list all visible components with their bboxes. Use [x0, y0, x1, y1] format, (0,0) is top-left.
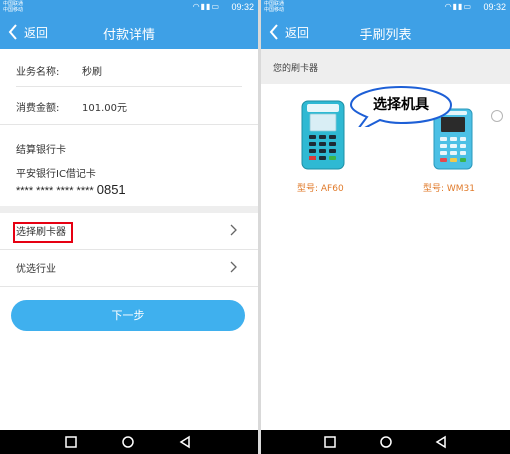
signal-icon: ▮▮ — [452, 2, 464, 11]
status-icons: ◠▮▮▭ — [193, 2, 220, 11]
detail-key: 业务名称: — [16, 66, 60, 78]
card-number-masked: **** **** **** **** — [16, 185, 94, 197]
section-gap — [0, 206, 258, 213]
payment-detail-screen: 中国联通 中国移动 ◠▮▮▭ 09:32 返回 付款详情 业务名称: 秒刷 消费… — [0, 0, 258, 454]
preferred-industry-item[interactable]: 优选行业 — [0, 250, 258, 286]
status-bar: 中国联通 中国移动 ◠▮▮▭ 09:32 — [261, 0, 510, 15]
divider — [0, 124, 258, 125]
menu-item-label: 优选行业 — [16, 264, 56, 275]
chevron-right-icon — [230, 224, 237, 236]
status-bar: 中国联通 中国移动 ◠▮▮▭ 09:32 — [0, 0, 258, 15]
back-nav-icon[interactable] — [178, 435, 192, 449]
nav-bar: 返回 付款详情 — [0, 15, 258, 49]
detail-row-amount: 消费金额: 101.00元 — [0, 98, 258, 114]
battery-icon: ▭ — [463, 2, 472, 11]
bank-name: 平安银行IC借记卡 — [16, 169, 96, 180]
status-icons: ◠▮▮▭ — [445, 2, 472, 11]
detail-key: 消费金额: — [16, 102, 60, 114]
status-time: 09:32 — [483, 2, 506, 12]
system-nav-bar — [0, 430, 258, 454]
chevron-right-icon — [230, 261, 237, 273]
page-title: 付款详情 — [102, 28, 155, 43]
section-header: 您的刷卡器 — [261, 49, 510, 84]
wifi-icon: ◠ — [192, 2, 201, 11]
detail-row-business: 业务名称: 秒刷 — [0, 62, 258, 78]
battery-icon: ▭ — [211, 2, 220, 11]
detail-value: 秒刷 — [82, 66, 102, 78]
carrier-info: 中国联通 中国移动 — [264, 1, 284, 13]
status-time: 09:32 — [231, 2, 254, 12]
carrier-info: 中国联通 中国移动 — [3, 1, 23, 13]
card-reader-list-screen: 中国联通 中国移动 ◠▮▮▭ 09:32 返回 手刷列表 您的刷卡器 型号: A… — [261, 0, 510, 454]
divider — [16, 86, 242, 87]
card-number: **** **** **** **** 0851 — [16, 182, 126, 197]
page-title: 手刷列表 — [359, 28, 412, 43]
signal-icon: ▮▮ — [200, 2, 212, 11]
home-icon[interactable] — [121, 435, 135, 449]
detail-value: 101.00元 — [82, 102, 127, 114]
carrier-line-2: 中国移动 — [264, 7, 285, 13]
home-icon[interactable] — [379, 435, 393, 449]
recent-apps-icon[interactable] — [323, 435, 337, 449]
section-title: 您的刷卡器 — [273, 64, 319, 74]
screenshot-root: 中国联通 中国移动 ◠▮▮▭ 09:32 返回 付款详情 业务名称: 秒刷 消费… — [0, 0, 510, 454]
back-nav-icon[interactable] — [434, 435, 448, 449]
divider — [0, 286, 258, 287]
card-number-last4: 0851 — [96, 182, 126, 197]
next-step-button[interactable]: 下一步 — [11, 300, 245, 331]
bank-section-label: 结算银行卡 — [16, 145, 66, 156]
recent-apps-icon[interactable] — [64, 435, 78, 449]
nav-bar: 返回 手刷列表 — [261, 15, 510, 49]
select-check-icon[interactable] — [491, 110, 503, 122]
highlight-annotation — [13, 222, 73, 243]
callout-text: 选择机具 — [373, 97, 429, 113]
wifi-icon: ◠ — [444, 2, 453, 11]
device-model-wm31: 型号: WM31 — [423, 184, 476, 194]
card-reader-af60[interactable] — [301, 100, 345, 170]
carrier-line-2: 中国移动 — [3, 7, 24, 13]
device-model-af60: 型号: AF60 — [297, 184, 344, 194]
system-nav-bar — [261, 430, 510, 454]
